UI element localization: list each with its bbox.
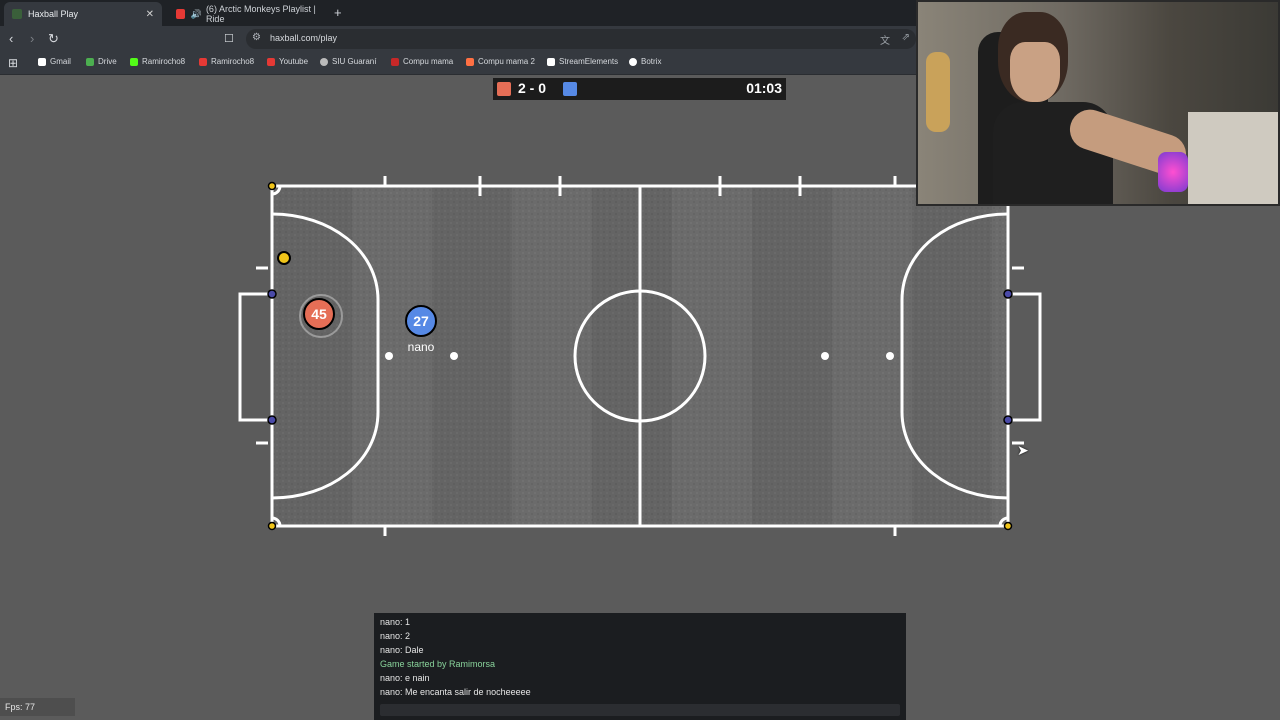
score-text: 2 - 0 [518, 80, 547, 96]
left-bottom-post [267, 415, 277, 425]
ball [277, 251, 291, 265]
left-second-penalty-spot [450, 352, 458, 360]
corner-flag [267, 521, 277, 531]
chat-message: nano: Me encanta salir de nocheeeee [380, 687, 531, 697]
screen: Haxball Play ✕ 🔊 (6) Arctic Monkeys Play… [0, 0, 1280, 720]
left-top-post [267, 289, 277, 299]
chat-message: nano: 2 [380, 631, 411, 641]
right-top-post [1003, 289, 1013, 299]
right-second-penalty-spot [821, 352, 829, 360]
right-bottom-post [1003, 415, 1013, 425]
corner-flag [267, 181, 277, 191]
left-goal [238, 292, 272, 422]
chat-panel: nano: 1 nano: 2 nano: Dale Game started … [374, 613, 906, 720]
mouse-cursor-icon: ➤ [1017, 442, 1029, 458]
fps-counter: Fps: 77 [0, 698, 75, 716]
right-penalty-spot [886, 352, 894, 360]
left-penalty-spot [385, 352, 393, 360]
chat-input[interactable] [380, 704, 900, 716]
scoreboard: 2 - 0 01:03 [493, 78, 786, 100]
right-goal [1008, 292, 1042, 422]
chat-message: nano: Dale [380, 645, 424, 655]
red-team-color [497, 82, 511, 96]
match-timer: 01:03 [746, 80, 782, 96]
corner-flag [1003, 521, 1013, 531]
chat-message: nano: e nain [380, 673, 430, 683]
blue-player: 27 [405, 305, 437, 337]
chat-message: nano: 1 [380, 617, 411, 627]
guitar-image [926, 52, 950, 132]
blue-player-name: nano [407, 340, 435, 354]
rgb-light-image [1158, 152, 1188, 192]
red-player: 45 [299, 294, 343, 338]
chat-notice: Game started by Ramimorsa [380, 659, 496, 669]
webcam-overlay [916, 0, 1280, 206]
blue-team-color [563, 82, 577, 96]
